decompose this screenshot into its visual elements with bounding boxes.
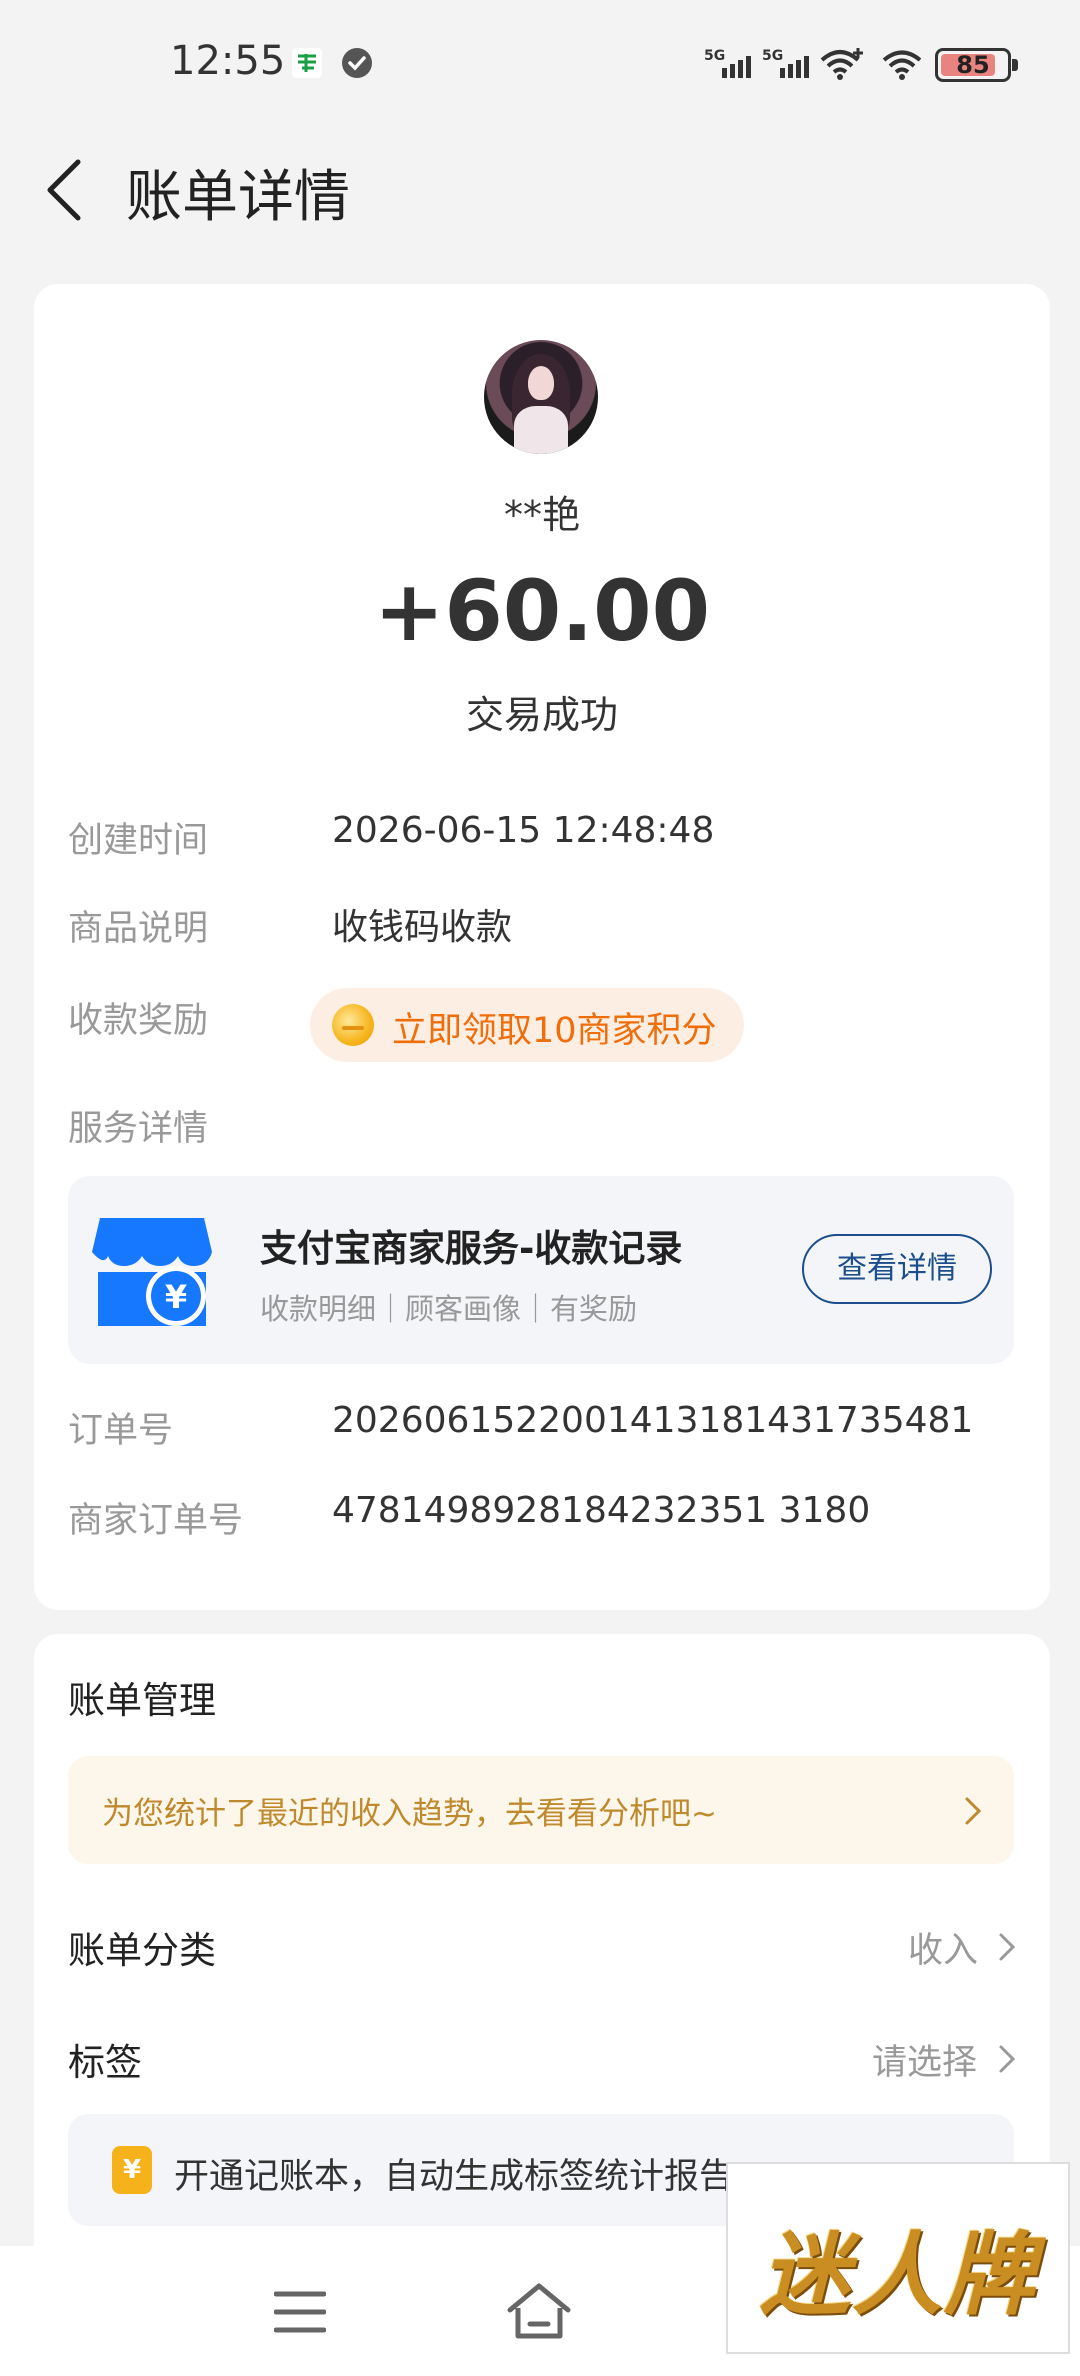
avatar-body (514, 406, 568, 454)
verified-icon (342, 48, 372, 78)
order-number-label: 订单号 (68, 1411, 174, 1451)
battery-level: 85 (956, 51, 990, 79)
merchant-service-panel[interactable]: ¥ 支付宝商家服务-收款记录 收款明细｜顾客画像｜有奖励 查看详情 (68, 1176, 1014, 1364)
ledger-icon: ¥ (112, 2146, 152, 2194)
claim-reward-button[interactable]: 立即领取10商家积分 (310, 988, 744, 1062)
wifi-icon (882, 50, 922, 80)
product-desc-label: 商品说明 (68, 909, 209, 949)
transaction-card: **艳 +60.00 交易成功 创建时间 2026-06-15 12:48:48… (34, 284, 1050, 1610)
tag-value: 请选择 (872, 2043, 978, 2083)
bill-category-label: 账单分类 (68, 1929, 216, 1972)
order-number-value[interactable]: 2026061522001413181431735481 (332, 1400, 973, 1441)
svg-text:5G: 5G (762, 48, 783, 64)
view-details-button[interactable]: 查看详情 (802, 1234, 992, 1304)
merchant-order-value[interactable]: 4781498928184232351 3180 (332, 1490, 870, 1531)
menu-icon[interactable] (274, 2290, 326, 2334)
created-time-value: 2026-06-15 12:48:48 (332, 810, 715, 851)
svg-text:5G: 5G (704, 48, 725, 64)
transaction-amount: +60.00 (373, 562, 711, 660)
merchant-order-label: 商家订单号 (68, 1501, 244, 1541)
status-bar: 12:55 5G 5G 85 (0, 0, 1080, 130)
reward-label: 收款奖励 (68, 1001, 209, 1041)
battery-tip (1012, 59, 1018, 71)
wifi-plus-icon (820, 48, 863, 80)
page-title: 账单详情 (126, 165, 350, 230)
service-title: 支付宝商家服务-收款记录 (260, 1227, 683, 1270)
status-time: 12:55 (170, 38, 286, 84)
tag-label: 标签 (68, 2041, 142, 2084)
page-header: 账单详情 (0, 130, 1080, 250)
product-desc-value: 收钱码收款 (332, 907, 513, 948)
coin-icon (332, 1004, 374, 1046)
china-post-icon (292, 48, 322, 78)
svg-text:¥: ¥ (165, 1278, 187, 1316)
watermark-text: 迷人牌 (760, 2222, 1036, 2328)
battery-indicator: 85 (935, 48, 1018, 82)
back-arrow-icon[interactable] (42, 156, 86, 224)
store-icon: ¥ (92, 1218, 212, 1326)
reward-text: 立即领取10商家积分 (392, 1011, 717, 1051)
service-subtitle: 收款明细｜顾客画像｜有奖励 (260, 1292, 638, 1326)
watermark-logo: 迷人牌 (726, 2162, 1070, 2354)
ledger-text: 开通记账本，自动生成标签统计报告 (174, 2157, 735, 2197)
avatar-face (528, 366, 554, 400)
cellular-signal-icon: 5G (704, 48, 751, 78)
counterparty-name: **艳 (503, 493, 580, 537)
bill-category-value: 收入 (908, 1931, 979, 1971)
income-trend-text: 为您统计了最近的收入趋势，去看看分析吧~ (102, 1796, 717, 1832)
home-icon[interactable] (506, 2282, 572, 2340)
transaction-status: 交易成功 (465, 693, 618, 737)
chevron-right-icon (965, 1797, 982, 1825)
chevron-right-icon (999, 1933, 1016, 1961)
bill-management-title: 账单管理 (68, 1679, 216, 1722)
created-time-label: 创建时间 (68, 821, 209, 861)
cellular-signal-icon-2: 5G (762, 48, 809, 78)
service-details-label: 服务详情 (68, 1109, 209, 1149)
income-trend-banner[interactable]: 为您统计了最近的收入趋势，去看看分析吧~ (68, 1756, 1014, 1864)
chevron-right-icon (999, 2045, 1016, 2073)
avatar (484, 340, 598, 454)
